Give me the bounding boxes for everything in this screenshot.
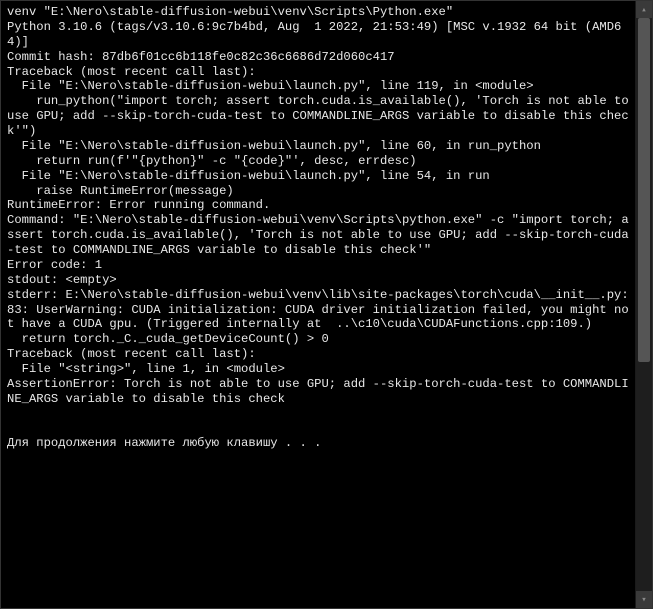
scrollbar-track[interactable] <box>636 18 652 591</box>
console-output[interactable]: venv "E:\Nero\stable-diffusion-webui\ven… <box>1 1 635 608</box>
scroll-down-button[interactable]: ▾ <box>636 591 652 608</box>
chevron-up-icon: ▴ <box>641 5 646 15</box>
scroll-up-button[interactable]: ▴ <box>636 1 652 18</box>
vertical-scrollbar[interactable]: ▴ ▾ <box>635 1 652 608</box>
console-window: venv "E:\Nero\stable-diffusion-webui\ven… <box>0 0 653 609</box>
chevron-down-icon: ▾ <box>641 595 646 605</box>
scrollbar-thumb[interactable] <box>638 18 650 362</box>
